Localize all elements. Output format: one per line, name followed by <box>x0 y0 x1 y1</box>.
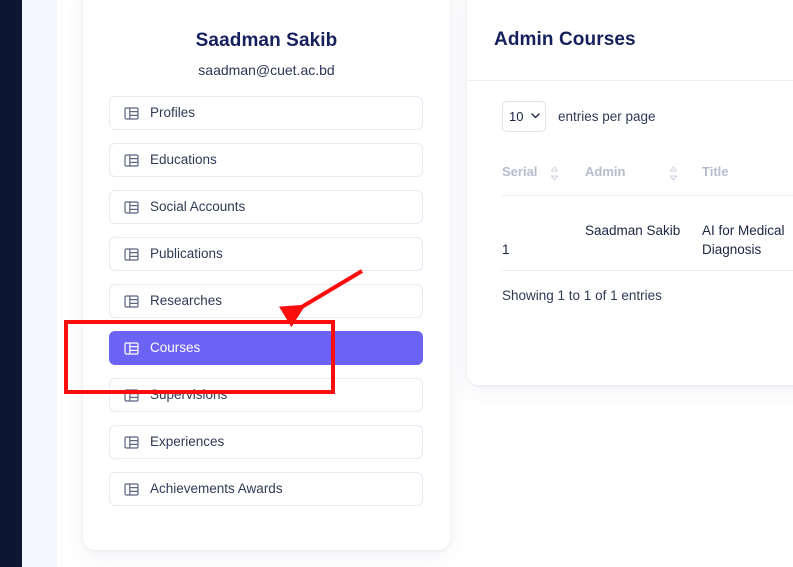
table-icon <box>124 106 139 121</box>
sidebar-item-profiles[interactable]: Profiles <box>109 96 423 130</box>
entries-per-page-row: 10 entries per page <box>502 101 656 132</box>
app-rail <box>0 0 22 567</box>
courses-table: Serial Admin Title 1 Saadman Sakib AI fo… <box>502 164 793 303</box>
sidebar-item-label: Experiences <box>150 434 225 450</box>
page-gutter <box>22 0 57 567</box>
card-header-divider <box>467 80 793 81</box>
profile-card: Saadman Sakib saadman@cuet.ac.bd Profile… <box>83 0 450 550</box>
sidebar-item-label: Publications <box>150 246 223 262</box>
sidebar-item-label: Profiles <box>150 105 196 121</box>
table-icon <box>124 247 139 262</box>
table-icon <box>124 388 139 403</box>
sidebar-item-courses[interactable]: Courses <box>109 331 423 365</box>
sidebar-item-achievements-awards[interactable]: Achievements Awards <box>109 472 423 506</box>
sidebar-item-label: Supervisions <box>150 387 228 403</box>
table-icon <box>124 435 139 450</box>
screen: Saadman Sakib saadman@cuet.ac.bd Profile… <box>0 0 793 567</box>
cell-title: AI for Medical Diagnosis <box>702 223 785 257</box>
column-header-admin[interactable]: Admin <box>585 164 625 179</box>
sidebar-item-label: Courses <box>150 340 201 356</box>
table-header-row: Serial Admin Title <box>502 164 793 196</box>
page-title: Saadman Sakib <box>195 30 338 51</box>
sidebar-item-supervisions[interactable]: Supervisions <box>109 378 423 412</box>
table-icon <box>124 200 139 215</box>
column-header-serial[interactable]: Serial <box>502 164 537 179</box>
entries-per-page-label: entries per page <box>558 109 656 124</box>
table-icon <box>124 153 139 168</box>
sort-updown-icon[interactable] <box>549 165 560 187</box>
profile-menu: Profiles Educations Social Accounts Publica… <box>109 96 423 519</box>
sidebar-item-label: Social Accounts <box>150 199 246 215</box>
table-icon <box>124 294 139 309</box>
table-icon <box>124 341 139 356</box>
sidebar-item-social-accounts[interactable]: Social Accounts <box>109 190 423 224</box>
sidebar-item-publications[interactable]: Publications <box>109 237 423 271</box>
sidebar-item-label: Researches <box>150 293 223 309</box>
sort-updown-icon[interactable] <box>668 165 679 187</box>
sidebar-item-label: Achievements Awards <box>150 481 283 497</box>
profile-email: saadman@cuet.ac.bd <box>198 62 335 78</box>
showing-entries-text: Showing 1 to 1 of 1 entries <box>502 288 662 303</box>
table-row: 1 Saadman Sakib AI for Medical Diagnosis <box>502 195 793 270</box>
admin-courses-card: Admin Courses 10 entries per page Serial <box>467 0 793 385</box>
sidebar-item-experiences[interactable]: Experiences <box>109 425 423 459</box>
entries-per-page-value: 10 <box>509 109 524 124</box>
cell-serial: 1 <box>502 242 510 257</box>
table-footer-rule <box>502 270 793 271</box>
sidebar-item-researches[interactable]: Researches <box>109 284 423 318</box>
table-icon <box>124 482 139 497</box>
column-header-title[interactable]: Title <box>702 164 729 179</box>
chevron-down-icon <box>530 109 541 124</box>
cell-admin: Saadman Sakib <box>585 223 681 238</box>
sidebar-item-label: Educations <box>150 152 217 168</box>
sidebar-item-educations[interactable]: Educations <box>109 143 423 177</box>
entries-per-page-select[interactable]: 10 <box>502 101 546 132</box>
admin-courses-title: Admin Courses <box>494 29 636 50</box>
